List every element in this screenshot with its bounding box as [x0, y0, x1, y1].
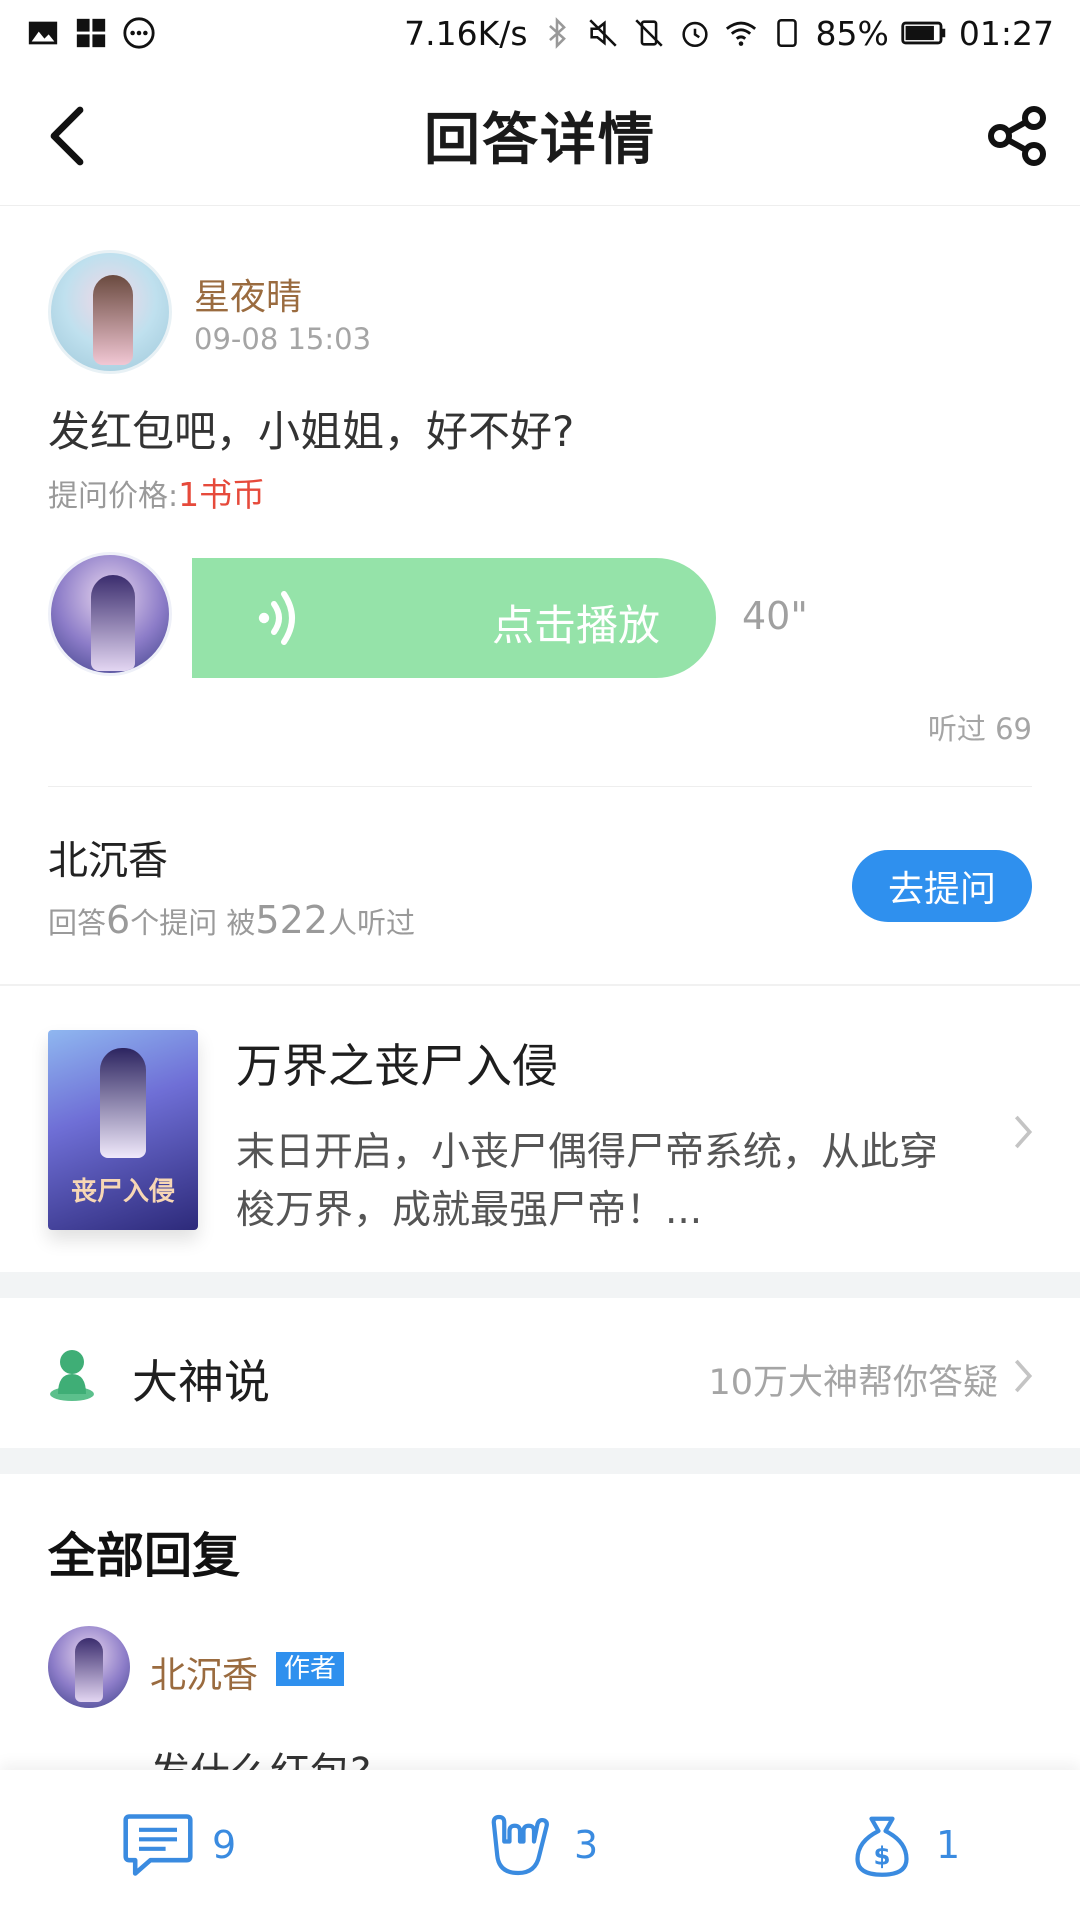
dashen-subtitle[interactable]: 10万大神帮你答疑 — [708, 1354, 998, 1405]
price-label: 提问价格: — [48, 479, 179, 514]
wifi-icon — [725, 21, 756, 46]
asker-avatar[interactable] — [48, 250, 172, 374]
sim-icon — [776, 18, 797, 48]
book-cover[interactable]: 丧尸入侵 — [48, 1030, 198, 1230]
bluetooth-icon — [548, 17, 566, 49]
divider — [48, 786, 1032, 787]
app-header: 回答详情 — [0, 66, 1080, 206]
alarm-icon — [681, 21, 708, 48]
page-title: 回答详情 — [424, 107, 656, 173]
audio-duration: 40" — [742, 594, 808, 638]
question-price: 提问价格:1书币 — [48, 468, 265, 516]
like-button[interactable]: 3 — [482, 1810, 598, 1880]
section-separator — [0, 1272, 1080, 1298]
reply-author-name[interactable]: 北沉香 — [150, 1646, 258, 1698]
book-title[interactable]: 万界之丧尸入侵 — [236, 1030, 558, 1096]
mute-icon — [588, 19, 617, 47]
apps-icon — [76, 18, 106, 48]
svg-text:$: $ — [873, 1841, 890, 1870]
answerer-name[interactable]: 北沉香 — [48, 828, 168, 886]
question-time: 09-08 15:03 — [194, 322, 372, 356]
share-icon[interactable] — [986, 104, 1050, 168]
bottom-action-bar: 9 3 $ 1 — [0, 1770, 1080, 1920]
book-description: 末日开启，小丧尸偶得尸帝系统，从此穿梭万界，成就最强尸帝！... — [236, 1130, 939, 1233]
battery-percent: 85% — [815, 13, 889, 53]
more-dots-icon — [123, 17, 155, 49]
reward-count: 1 — [936, 1823, 961, 1867]
back-arrow-icon[interactable] — [40, 104, 100, 168]
cover-title: 丧尸入侵 — [70, 1177, 175, 1207]
listen-count: 听过 69 — [927, 712, 1032, 746]
chevron-right-icon[interactable] — [1008, 1356, 1038, 1396]
all-replies-title: 全部回复 — [48, 1528, 241, 1584]
play-audio-button[interactable]: 点击播放 — [192, 558, 716, 678]
stats-prefix: 回答 — [48, 906, 107, 940]
listeners-count: 522 — [255, 898, 328, 942]
asker-name[interactable]: 星夜晴 — [194, 268, 302, 320]
answers-count: 6 — [106, 898, 131, 942]
question-text: 发红包吧，小姐姐，好不好? — [48, 407, 575, 456]
avatar-figure — [75, 1638, 103, 1702]
sound-wave-icon — [258, 591, 295, 645]
cover-figure — [100, 1048, 146, 1158]
comment-button[interactable]: 9 — [120, 1810, 236, 1880]
divider — [0, 984, 1080, 986]
avatar-figure — [91, 575, 135, 671]
ask-question-button[interactable]: 去提问 — [852, 850, 1032, 922]
status-right: 7.16K/s 85% 01:27 — [404, 14, 1054, 53]
reply-avatar[interactable] — [48, 1626, 130, 1708]
comment-count: 9 — [212, 1823, 237, 1867]
like-count: 3 — [574, 1823, 599, 1867]
comment-icon — [123, 1814, 193, 1876]
battery-icon — [901, 21, 946, 45]
play-label: 点击播放 — [492, 601, 661, 650]
section-separator — [0, 1448, 1080, 1474]
money-bag-icon: $ — [855, 1816, 909, 1877]
status-left — [26, 16, 156, 50]
price-value: 1书币 — [178, 475, 266, 514]
status-bar: 7.16K/s 85% 01:27 — [0, 0, 1080, 66]
answerer-stats: 回答6个提问 被522人听过 — [48, 898, 415, 942]
stats-mid: 个提问 被 — [130, 906, 256, 940]
reward-button[interactable]: $ 1 — [844, 1810, 960, 1880]
author-badge: 作者 — [276, 1652, 345, 1686]
chevron-right-icon[interactable] — [1008, 1112, 1038, 1152]
clock: 01:27 — [958, 13, 1054, 53]
avatar-figure — [93, 275, 133, 365]
image-icon — [28, 21, 58, 45]
dashen-title[interactable]: 大神说 — [132, 1346, 270, 1412]
vibrate-off-icon — [634, 19, 663, 47]
network-speed: 7.16K/s — [404, 13, 528, 53]
stats-suffix: 人听过 — [327, 906, 415, 940]
rock-hand-icon — [491, 1814, 549, 1876]
user-pin-icon — [50, 1350, 94, 1401]
answerer-avatar[interactable] — [48, 552, 172, 676]
